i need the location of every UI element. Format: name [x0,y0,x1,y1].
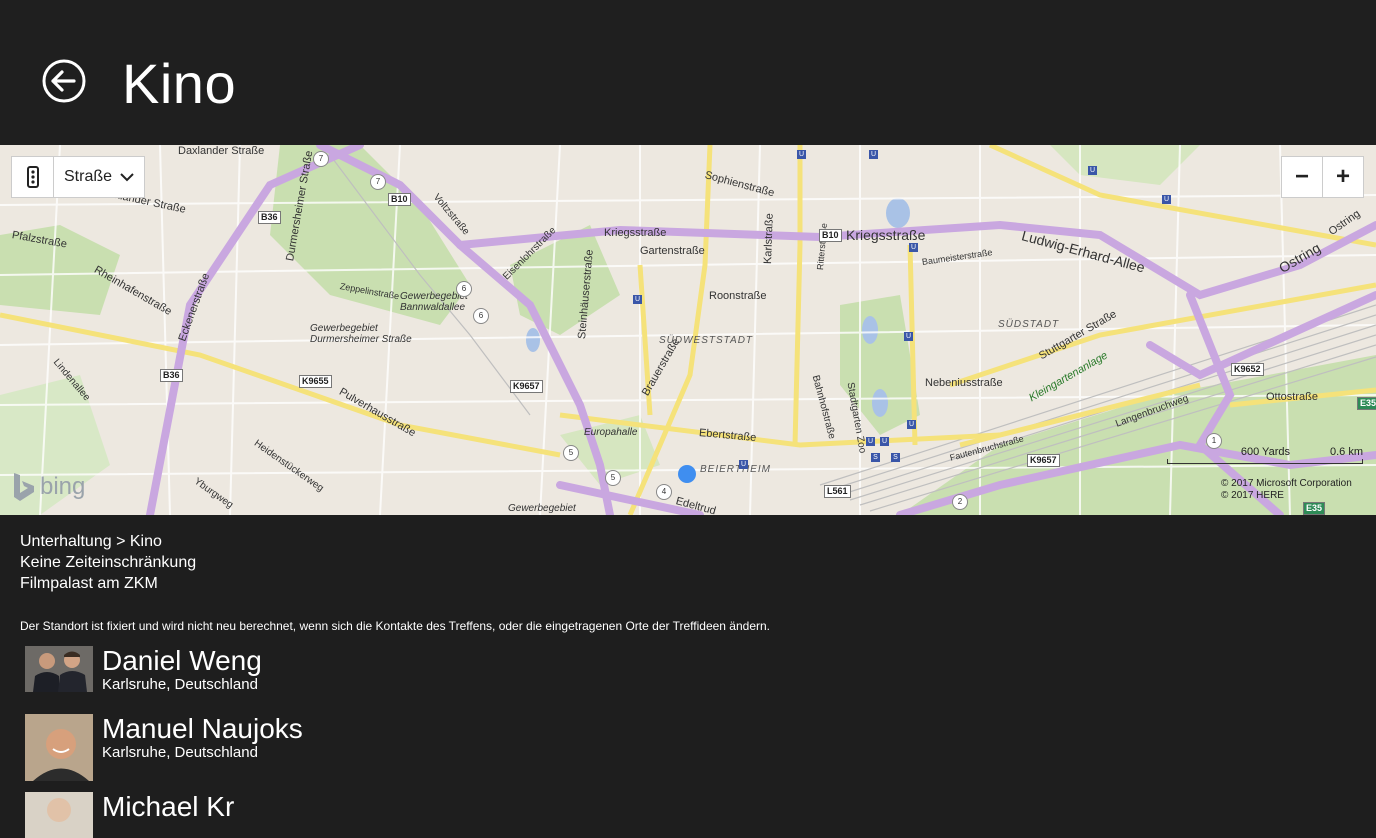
bing-icon [14,473,34,501]
page-title: Kino [122,52,237,115]
contact-name: Daniel Weng [102,645,262,676]
meeting-details: Unterhaltung > Kino Keine Zeiteinschränk… [20,531,196,594]
tram-stop-icon: U [866,437,875,446]
tram-stop-icon: U [739,460,748,469]
back-arrow-icon [42,59,86,103]
road-number: 2 [952,494,968,510]
map-label: Kriegsstraße [604,227,667,239]
road-number: 7 [370,174,386,190]
road-number: 5 [563,445,579,461]
tram-stop-icon: U [1162,195,1171,204]
map-label: Daxlander Straße [178,145,265,157]
contact-location: Karlsruhe, Deutschland [102,744,258,761]
road-number: 7 [313,151,329,167]
map-label: Kriegsstraße [846,227,926,243]
road-number: 6 [456,281,472,297]
time-restriction: Keine Zeiteinschränkung [20,554,197,571]
road-shield: B36 [258,211,281,224]
tram-stop-icon: U [909,243,918,252]
contact-name: Michael Kr [102,791,235,822]
venue-name: Filmpalast am ZKM [20,575,158,592]
avatar [25,714,93,781]
avatar [25,646,93,692]
road-shield: K9657 [510,380,543,393]
tram-stop-icon: S [891,453,900,462]
road-shield: L561 [824,485,851,498]
map-label: Europahalle [584,427,638,438]
back-button[interactable] [40,57,88,105]
location-note: Der Standort ist fixiert und wird nicht … [20,619,771,633]
map-scale: 600 Yards 0.6 km [1167,446,1363,464]
contact-item[interactable]: Michael Kr [25,792,234,838]
road-number: 5 [605,470,621,486]
tram-stop-icon: U [904,332,913,341]
map-label: Karlstraße [762,213,776,265]
map-copyright: © 2017 Microsoft Corporation © 2017 HERE [1221,478,1352,502]
contact-item[interactable]: Daniel Weng Karlsruhe, Deutschland [25,646,262,694]
road-shield: E35 [1357,397,1376,410]
map-label: Roonstraße [709,290,767,302]
contact-item[interactable]: Manuel Naujoks Karlsruhe, Deutschland [25,714,303,781]
tram-stop-icon: U [1088,166,1097,175]
location-pin[interactable] [678,465,696,483]
map-label: BEIERTHEIM [700,464,771,475]
zoom-in-button[interactable]: + [1322,157,1363,197]
contact-name: Manuel Naujoks [102,713,303,744]
map-style-selector[interactable]: Straße [11,156,146,198]
tram-stop-icon: S [871,453,880,462]
tram-stop-icon: U [880,437,889,446]
bing-logo: bing [12,472,85,502]
tram-stop-icon: U [869,150,878,159]
contact-location: Karlsruhe, Deutschland [102,676,258,693]
road-shield: E35 [1303,502,1326,515]
app-header: Kino [0,0,1376,145]
road-shield: K9655 [299,375,332,388]
category-breadcrumb: Unterhaltung > Kino [20,533,162,550]
road-shield: B36 [160,369,183,382]
tram-stop-icon: U [797,150,806,159]
map-label: Gewerbegebiet Durmersheimer Straße [310,323,412,345]
map-label: Gewerbegebiet [508,503,576,514]
map-style-icon [26,166,39,188]
road-shield: B10 [819,229,842,242]
map-label: Nebeniusstraße [925,377,1003,389]
map-style-dropdown[interactable]: Straße [54,157,144,197]
road-shield: B10 [388,193,411,206]
road-shield: K9657 [1027,454,1060,467]
road-shield: K9652 [1231,363,1264,376]
road-number: 6 [473,308,489,324]
map-style-value: Straße [64,168,113,185]
chevron-down-icon [120,173,134,182]
copyright-line: © 2017 HERE [1221,490,1284,501]
zoom-controls: − + [1281,156,1364,198]
zoom-out-button[interactable]: − [1282,157,1322,197]
copyright-line: © 2017 Microsoft Corporation [1221,478,1352,489]
map-label: SÜDSTADT [998,319,1060,330]
scale-imperial: 600 Yards [1240,446,1290,458]
map-style-icon-box[interactable] [12,157,54,197]
road-number: 4 [656,484,672,500]
map-label: Gartenstraße [640,245,705,257]
avatar [25,792,93,838]
tram-stop-icon: U [907,420,916,429]
scale-metric: 0.6 km [1329,446,1363,458]
bing-text: bing [40,473,86,500]
tram-stop-icon: U [633,295,642,304]
map-label: Ottostraße [1266,391,1318,403]
